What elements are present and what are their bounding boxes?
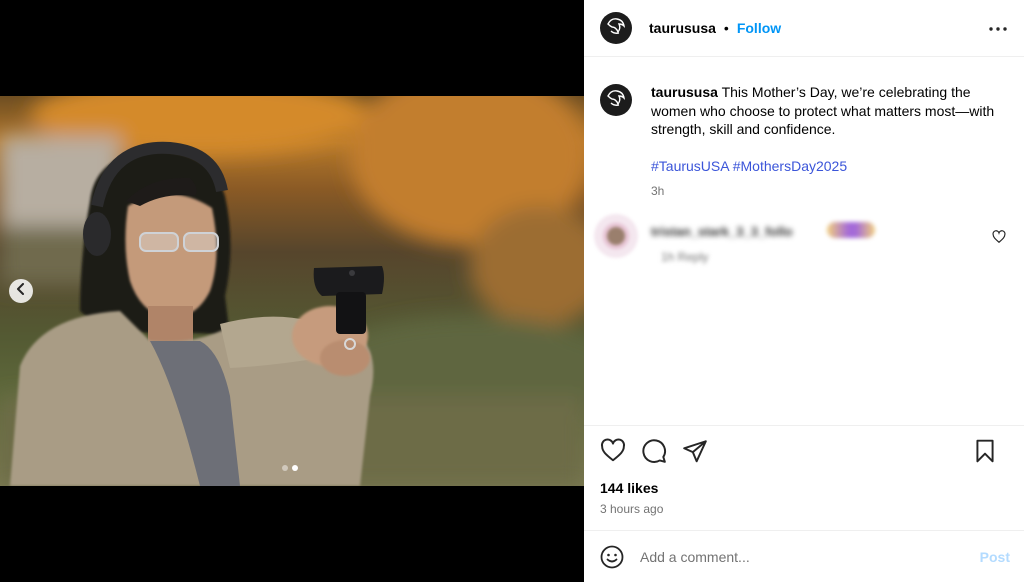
comment-button[interactable] <box>641 438 667 464</box>
post-header: taurususa • Follow <box>584 0 1024 57</box>
caption-body: taurususa This Mother’s Day, we’re celeb… <box>651 83 996 201</box>
post-side-panel: taurususa • Follow taurususa This Mother… <box>584 0 1024 582</box>
share-button[interactable] <box>682 438 708 464</box>
carousel-indicator <box>282 465 298 471</box>
commenter-username[interactable]: tristan_stark_3_3_follo <box>651 224 793 239</box>
hashtag-link[interactable]: #MothersDay2025 <box>733 158 847 174</box>
post-photo <box>0 96 584 486</box>
comment-input[interactable] <box>640 546 960 568</box>
like-button[interactable] <box>600 438 626 464</box>
more-options-icon <box>989 18 1007 36</box>
post-comment-button[interactable]: Post <box>980 549 1010 565</box>
divider <box>584 425 1024 426</box>
carousel-prev-button[interactable] <box>9 279 33 303</box>
taurus-logo-icon <box>605 15 627 42</box>
comment-icon <box>642 439 666 463</box>
bookmark-icon <box>976 439 994 463</box>
chevron-left-icon <box>15 282 27 300</box>
post-timestamp[interactable]: 3 hours ago <box>600 502 663 516</box>
author-username[interactable]: taurususa <box>649 20 716 36</box>
comment-emoji <box>827 222 875 238</box>
caption-text-block: taurususa This Mother’s Day, we’re celeb… <box>651 83 996 139</box>
carousel-dot <box>282 465 288 471</box>
save-button[interactable] <box>972 438 998 464</box>
post-actions <box>600 438 1012 466</box>
comment-item: tristan_stark_3_3_follo 1h Reply <box>594 214 1014 264</box>
author-avatar[interactable] <box>600 12 632 44</box>
caption-hashtags: #TaurusUSA #MothersDay2025 <box>651 157 996 176</box>
comment-meta[interactable]: 1h Reply <box>661 250 708 264</box>
likes-count[interactable]: 144 likes <box>600 480 658 496</box>
follow-button[interactable]: Follow <box>737 20 781 36</box>
hashtag-link[interactable]: #TaurusUSA <box>651 158 729 174</box>
heart-icon <box>601 438 625 462</box>
carousel-dot-active <box>292 465 298 471</box>
emoji-button[interactable] <box>600 545 624 569</box>
taurus-logo-icon <box>605 87 627 114</box>
comment-like-icon[interactable] <box>992 230 1006 244</box>
comment-composer: Post <box>584 530 1024 582</box>
share-icon <box>683 440 707 463</box>
post-caption: taurususa This Mother’s Day, we’re celeb… <box>600 83 1010 201</box>
commenter-avatar[interactable] <box>594 214 638 258</box>
more-options-button[interactable] <box>989 18 1007 36</box>
emoji-icon <box>600 545 624 569</box>
caption-username[interactable]: taurususa <box>651 84 718 100</box>
post-media <box>0 0 584 582</box>
caption-author-avatar[interactable] <box>600 84 632 116</box>
caption-timestamp: 3h <box>651 184 665 198</box>
separator-dot: • <box>723 20 729 36</box>
